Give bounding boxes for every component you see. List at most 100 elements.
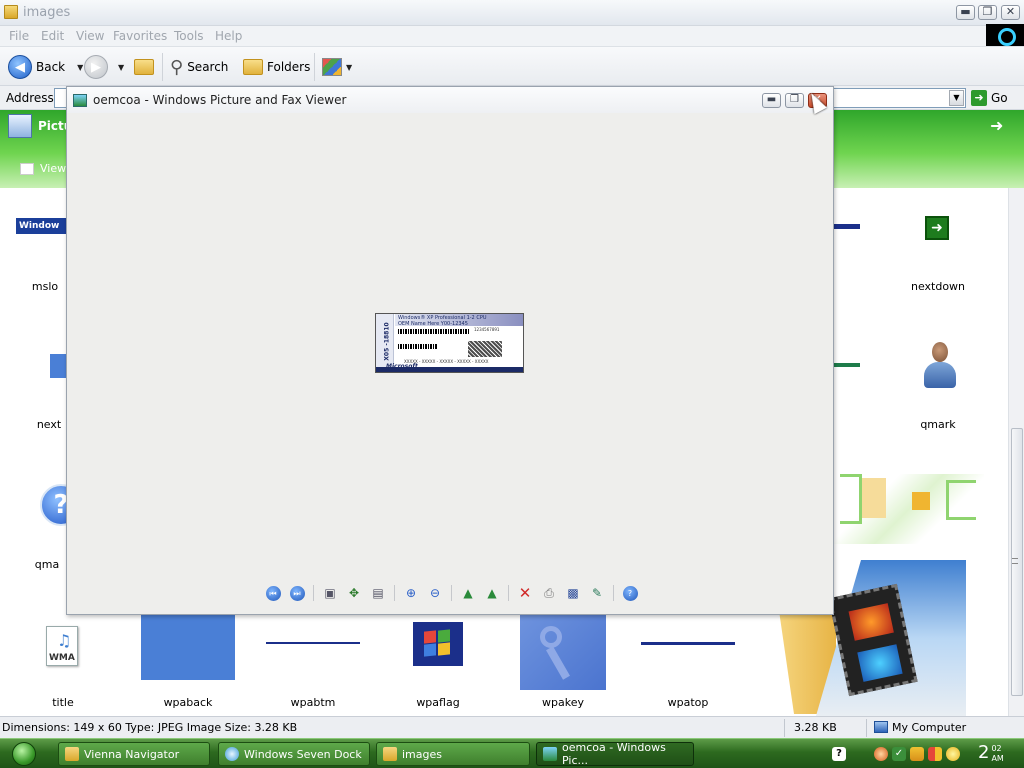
file-item[interactable]: wpabtm (263, 604, 363, 709)
views-icon (322, 58, 342, 76)
file-item[interactable]: ➜ nextdown (888, 214, 988, 294)
print-button[interactable]: ⎙ (539, 584, 559, 602)
file-name: title (52, 696, 74, 709)
status-details: Dimensions: 149 x 60 Type: JPEG Image Si… (2, 721, 298, 734)
file-item[interactable]: thanks10 (834, 474, 1004, 574)
clock-minute: 02 (991, 744, 1002, 753)
picture-viewer-icon (543, 747, 557, 761)
windows-logo (986, 24, 1024, 48)
previous-icon: ⏮ (265, 585, 281, 601)
menu-view[interactable]: View (76, 29, 104, 43)
file-item[interactable]: ♫ WMA title (14, 618, 112, 709)
best-fit-icon: ▣ (324, 586, 336, 600)
task-label: oemcoa - Windows Pic... (562, 741, 666, 767)
search-button[interactable]: ⚲ Search (170, 55, 228, 79)
views-button[interactable]: ▼ (322, 55, 352, 79)
edit-icon: ✎ (591, 586, 603, 600)
picture-viewer-icon (73, 94, 87, 107)
next-image-button[interactable]: ⏭ (287, 584, 307, 602)
folders-button[interactable]: Folders (243, 55, 310, 79)
chevron-down-icon[interactable]: ▼ (346, 63, 352, 72)
menu-file[interactable]: File (9, 29, 29, 43)
up-folder-button[interactable] (134, 55, 154, 79)
actual-size-button[interactable]: ✥ (344, 584, 364, 602)
help-icon[interactable]: ? (832, 747, 846, 761)
smiley-icon[interactable] (946, 747, 960, 761)
status-size: 3.28 KB (794, 721, 837, 734)
chevron-down-icon[interactable]: ▼ (77, 63, 83, 72)
vertical-scrollbar[interactable] (1008, 188, 1024, 716)
pictures-icon (8, 114, 32, 138)
view-slideshow-link[interactable]: View (20, 162, 66, 175)
file-item[interactable]: qmark (888, 342, 988, 432)
network-icon[interactable]: ✓ (892, 747, 906, 761)
clock-ampm: AM (991, 754, 1004, 763)
save-button[interactable]: ▩ (563, 584, 583, 602)
file-item[interactable]: wpatop (638, 604, 738, 709)
security-alert-icon[interactable] (874, 747, 888, 761)
explorer-titlebar[interactable]: images ▬ ❐ ✕ (0, 0, 1024, 26)
menu-bar: File Edit View Favorites Tools Help (0, 26, 1024, 46)
zoom-out-button[interactable]: ⊖ (425, 584, 445, 602)
viewer-titlebar[interactable]: oemcoa - Windows Picture and Fax Viewer … (67, 87, 833, 113)
address-dropdown-icon[interactable]: ▼ (949, 90, 964, 106)
toolbar-separator (162, 53, 163, 81)
rotate-counterclockwise-button[interactable]: ▲ (482, 584, 502, 602)
back-button[interactable]: ◀ Back ▼ (8, 55, 83, 79)
taskbar-item-picture-viewer[interactable]: oemcoa - Windows Pic... (536, 741, 694, 767)
folder-icon (4, 5, 18, 19)
file-item[interactable]: wpaback (138, 604, 238, 709)
toolbar-separator (394, 585, 395, 601)
file-name: qmark (920, 418, 956, 431)
taskbar-item-images[interactable]: images (376, 742, 530, 766)
file-name: wpaflag (416, 696, 460, 709)
go-button[interactable]: ➜ Go (971, 88, 1008, 108)
close-button[interactable]: ✕ (1001, 5, 1020, 20)
minimize-button[interactable]: ▬ (956, 5, 975, 20)
start-button[interactable] (4, 741, 44, 767)
shield-icon[interactable] (928, 747, 942, 761)
qr-code-icon (468, 341, 502, 357)
computer-icon (874, 721, 888, 733)
toolbar-separator (314, 53, 315, 81)
coa-image[interactable]: X05 -18810 Windows® XP Professional 1-2 … (375, 313, 524, 373)
green-arrow-icon: ➜ (925, 216, 949, 240)
file-item[interactable]: wpaflag (388, 604, 488, 709)
menu-help[interactable]: Help (215, 29, 242, 43)
edit-button[interactable]: ✎ (587, 584, 607, 602)
up-folder-icon (134, 59, 154, 75)
status-location: My Computer (874, 721, 966, 734)
taskbar-item-windows-seven-dock[interactable]: Windows Seven Dock (218, 742, 370, 766)
menu-favorites[interactable]: Favorites (113, 29, 167, 43)
best-fit-button[interactable]: ▣ (320, 584, 340, 602)
volume-icon[interactable] (910, 747, 924, 761)
file-item[interactable]: wpakey (513, 604, 613, 709)
taskbar-item-vienna-navigator[interactable]: Vienna Navigator (58, 742, 210, 766)
start-orb-icon (12, 742, 36, 766)
menu-edit[interactable]: Edit (41, 29, 64, 43)
menu-tools[interactable]: Tools (174, 29, 204, 43)
forward-button[interactable]: ▶ ▼ (84, 55, 124, 79)
status-divider (784, 719, 785, 737)
slideshow-button[interactable]: ▤ (368, 584, 388, 602)
picture-viewer-window[interactable]: oemcoa - Windows Picture and Fax Viewer … (66, 86, 834, 615)
coa-oem-line: OEM Name Here Y00-12345 (398, 321, 468, 327)
delete-button[interactable]: ✕ (515, 584, 535, 602)
address-label: Address (6, 91, 54, 105)
viewer-maximize-button[interactable]: ❐ (785, 93, 804, 108)
image-thumbnail (266, 642, 360, 644)
barcode-icon (398, 344, 438, 349)
previous-image-button[interactable]: ⏮ (263, 584, 283, 602)
viewer-minimize-button[interactable]: ▬ (762, 93, 781, 108)
pictures-tasks-heading[interactable]: Pictu (8, 114, 72, 138)
zoom-in-button[interactable]: ⊕ (401, 584, 421, 602)
wma-file-icon: ♫ WMA (46, 626, 78, 666)
clock[interactable]: 2 02 AM (978, 741, 1004, 765)
help-button[interactable]: ? (620, 584, 640, 602)
maximize-button[interactable]: ❐ (978, 5, 997, 20)
rotate-clockwise-button[interactable]: ▲ (458, 584, 478, 602)
windows-banner-icon: Window (16, 218, 68, 234)
toolbar-separator (613, 585, 614, 601)
chevron-down-icon[interactable]: ▼ (118, 63, 124, 72)
next-arrow-icon[interactable]: ➜ (990, 116, 1003, 135)
